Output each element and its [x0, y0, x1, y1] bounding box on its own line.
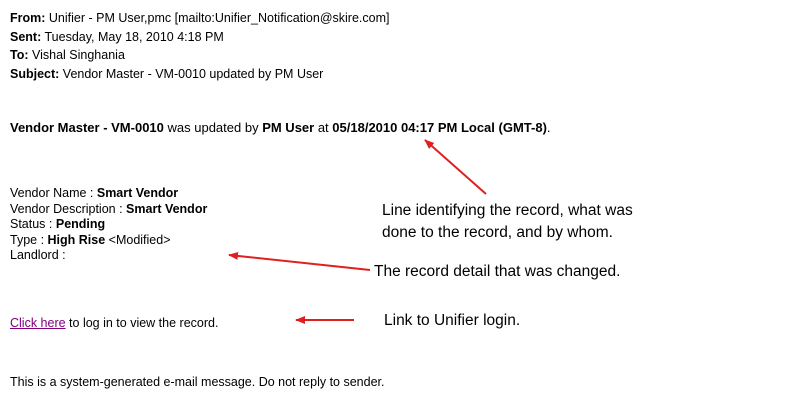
vendor-description-value: Smart Vendor: [126, 201, 208, 216]
vendor-description-row: Vendor Description : Smart Vendor: [10, 202, 207, 218]
vendor-name-row: Vendor Name : Smart Vendor: [10, 186, 207, 202]
vendor-description-label: Vendor Description :: [10, 201, 127, 216]
subject-label: Subject:: [10, 66, 60, 81]
arrow-to-modified-type: [228, 251, 371, 271]
sent-value: Tuesday, May 18, 2010 4:18 PM: [44, 29, 224, 44]
annotation-changed-detail: The record detail that was changed.: [374, 263, 621, 280]
from-line: From: Unifier - PM User,pmc [mailto:Unif…: [10, 9, 770, 28]
from-value: Unifier - PM User,pmc [mailto:Unifier_No…: [48, 11, 390, 25]
subject-line: Subject: Vendor Master - VM-0010 updated…: [10, 65, 770, 84]
landlord-row: Landlord :: [10, 248, 207, 264]
type-value: High Rise: [47, 232, 106, 247]
status-row: Status : Pending: [10, 217, 207, 233]
login-line-text: to log in to view the record.: [65, 316, 219, 330]
summary-user: PM User: [262, 120, 315, 135]
subject-value: Vendor Master - VM-0010 updated by PM Us…: [62, 66, 324, 81]
summary-timestamp: 05/18/2010 04:17 PM Local (GMT-8): [332, 120, 547, 135]
type-modified-tag: <Modified>: [105, 232, 171, 247]
vendor-name-value: Smart Vendor: [96, 186, 179, 200]
annotation-login-link: Link to Unifier login.: [384, 312, 521, 329]
from-label: From:: [10, 11, 46, 25]
record-name: Vendor Master - VM-0010: [10, 120, 164, 135]
summary-period: .: [546, 120, 551, 135]
arrow-to-record-line: [424, 139, 487, 195]
type-label: Type :: [10, 232, 48, 247]
type-row: Type : High Rise <Modified>: [10, 233, 207, 249]
to-line: To: Vishal Singhania: [10, 46, 770, 65]
record-details: Vendor Name : Smart Vendor Vendor Descri…: [10, 186, 207, 264]
record-summary-line: Vendor Master - VM-0010 was updated by P…: [10, 120, 551, 135]
system-footer-note: This is a system-generated e-mail messag…: [10, 375, 385, 389]
login-line: Click here to log in to view the record.: [10, 316, 218, 330]
to-label: To:: [10, 48, 29, 62]
email-header: From: Unifier - PM User,pmc [mailto:Unif…: [10, 9, 770, 83]
click-here-link[interactable]: Click here: [10, 316, 66, 330]
status-value: Pending: [55, 217, 106, 231]
landlord-label: Landlord :: [10, 248, 66, 262]
to-value: Vishal Singhania: [32, 48, 125, 62]
annotation-record-line-2: done to the record, and by whom.: [382, 224, 613, 241]
annotation-record-line-1: Line identifying the record, what was: [382, 202, 633, 219]
sent-line: Sent: Tuesday, May 18, 2010 4:18 PM: [10, 28, 770, 47]
annotation-record-line: Line identifying the record, what was do…: [382, 200, 633, 244]
summary-text-updated-by: was updated by: [163, 120, 263, 135]
vendor-name-label: Vendor Name :: [10, 186, 97, 200]
sent-label: Sent:: [10, 29, 42, 44]
summary-text-at: at: [314, 120, 333, 135]
status-label: Status :: [10, 217, 56, 231]
